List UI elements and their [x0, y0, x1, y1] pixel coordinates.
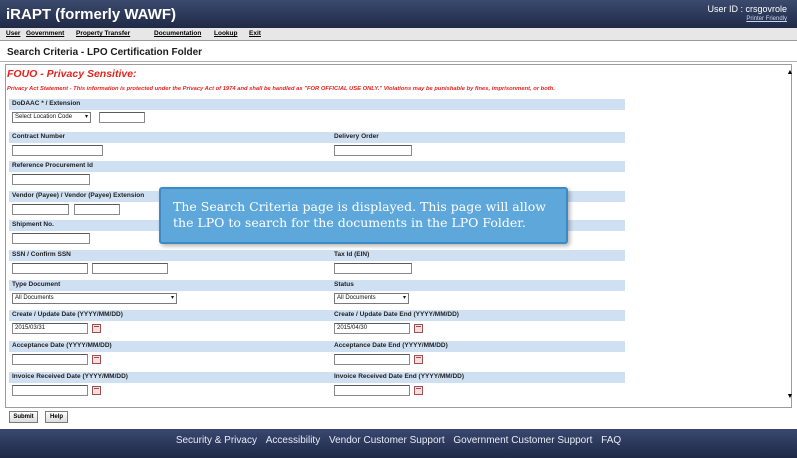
menu-property-transfer[interactable]: Property Transfer [76, 30, 130, 37]
status-select[interactable]: All Documents ▾ [334, 293, 409, 304]
reference-procurement-input[interactable] [12, 174, 90, 185]
delivery-order-label: Delivery Order [334, 133, 379, 140]
acceptance-date-end-input[interactable] [334, 354, 410, 365]
contract-number-input[interactable] [12, 145, 103, 156]
printer-friendly-link[interactable]: Printer Friendly [746, 16, 787, 22]
footer-bar: Security & Privacy Accessibility Vendor … [0, 429, 797, 458]
calendar-icon[interactable] [414, 355, 423, 364]
create-date-label: Create / Update Date (YYYY/MM/DD) [12, 311, 123, 318]
tax-id-input[interactable] [334, 263, 412, 274]
type-document-label: Type Document [12, 281, 61, 288]
menu-lookup[interactable]: Lookup [214, 30, 237, 37]
acceptance-date-label: Acceptance Date (YYYY/MM/DD) [12, 342, 112, 349]
vendor-label: Vendor (Payee) / Vendor (Payee) Extensio… [12, 192, 145, 199]
menu-bar: User Government Property Transfer Docume… [0, 28, 797, 41]
extension-input[interactable] [99, 112, 145, 123]
app-title: iRAPT (formerly WAWF) [6, 6, 177, 23]
invoice-date-end-label: Invoice Received Date End (YYYY/MM/DD) [334, 373, 465, 380]
footer-links: Security & Privacy Accessibility Vendor … [0, 435, 797, 446]
page-title: Search Criteria - LPO Certification Fold… [7, 47, 203, 58]
acceptance-date-input[interactable] [12, 354, 88, 365]
type-document-value: All Documents [15, 295, 54, 301]
create-date-input[interactable]: 2015/03/31 [12, 323, 88, 334]
menu-user[interactable]: User [6, 30, 20, 37]
calendar-icon[interactable] [92, 386, 101, 395]
location-code-value: Select Location Code [15, 114, 73, 120]
reference-procurement-label: Reference Procurement Id [12, 162, 93, 169]
calendar-icon[interactable] [414, 324, 423, 333]
dodaac-label: DoDAAC * / Extension [12, 100, 81, 107]
delivery-order-input[interactable] [334, 145, 412, 156]
tutorial-callout: The Search Criteria page is displayed. T… [159, 187, 568, 244]
acceptance-date-end-label: Acceptance Date End (YYYY/MM/DD) [334, 342, 448, 349]
scroll-down-icon[interactable]: ▼ [786, 393, 794, 401]
top-header-bar: iRAPT (formerly WAWF) User ID : crsgovro… [0, 0, 797, 28]
calendar-icon[interactable] [92, 355, 101, 364]
menu-government[interactable]: Government [26, 30, 64, 37]
footer-security-privacy-link[interactable]: Security & Privacy [176, 435, 257, 446]
label-bar [9, 161, 625, 172]
invoice-date-end-input[interactable] [334, 385, 410, 396]
label-bar [9, 280, 625, 291]
submit-button[interactable]: Submit [9, 411, 38, 423]
privacy-statement: Privacy Act Statement - This information… [7, 86, 555, 92]
calendar-icon[interactable] [92, 324, 101, 333]
invoice-date-input[interactable] [12, 385, 88, 396]
shipment-input[interactable] [12, 233, 90, 244]
fouo-heading: FOUO - Privacy Sensitive: [7, 68, 137, 80]
ssn-label: SSN / Confirm SSN [12, 251, 71, 258]
label-bar [9, 99, 625, 110]
create-date-end-input[interactable]: 2015/04/30 [334, 323, 410, 334]
footer-government-support-link[interactable]: Government Customer Support [453, 435, 592, 446]
type-document-select[interactable]: All Documents ▾ [12, 293, 177, 304]
shipment-label: Shipment No. [12, 221, 54, 228]
create-date-end-label: Create / Update Date End (YYYY/MM/DD) [334, 311, 459, 318]
confirm-ssn-input[interactable] [92, 263, 168, 274]
tax-id-label: Tax Id (EIN) [334, 251, 370, 258]
dropdown-arrow-icon: ▾ [84, 114, 88, 120]
calendar-icon[interactable] [414, 386, 423, 395]
help-button[interactable]: Help [45, 411, 68, 423]
footer-faq-link[interactable]: FAQ [601, 435, 621, 446]
dropdown-arrow-icon: ▾ [170, 295, 174, 301]
footer-accessibility-link[interactable]: Accessibility [266, 435, 320, 446]
location-code-select[interactable]: Select Location Code ▾ [12, 112, 91, 123]
label-bar [9, 250, 625, 261]
label-bar [9, 132, 625, 143]
contract-number-label: Contract Number [12, 133, 66, 140]
user-id-label: User ID : crsgovrole [707, 4, 787, 14]
vendor-extension-input[interactable] [74, 204, 120, 215]
menu-exit[interactable]: Exit [249, 30, 261, 37]
footer-vendor-support-link[interactable]: Vendor Customer Support [329, 435, 445, 446]
status-label: Status [334, 281, 354, 288]
invoice-date-label: Invoice Received Date (YYYY/MM/DD) [12, 373, 128, 380]
dropdown-arrow-icon: ▾ [402, 295, 406, 301]
vendor-input[interactable] [12, 204, 69, 215]
status-value: All Documents [337, 295, 376, 301]
menu-documentation[interactable]: Documentation [154, 30, 201, 37]
callout-text: The Search Criteria page is displayed. T… [173, 199, 546, 230]
ssn-input[interactable] [12, 263, 88, 274]
title-divider [0, 61, 797, 62]
scroll-up-icon[interactable]: ▲ [786, 69, 794, 77]
